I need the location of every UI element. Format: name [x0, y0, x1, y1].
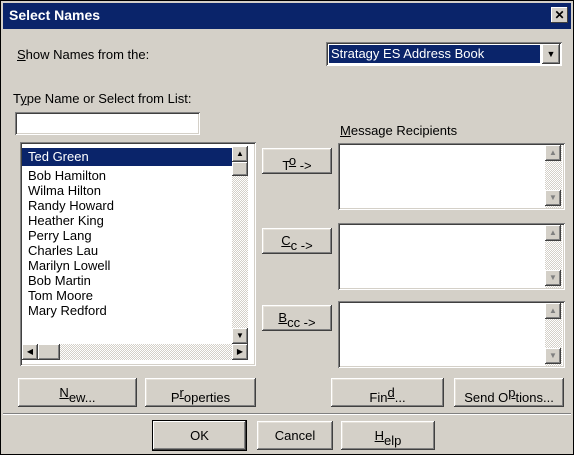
names-vscroll-thumb[interactable] — [232, 162, 248, 176]
find-button[interactable]: Find... — [331, 378, 444, 407]
names-list[interactable]: Ted Green Bob Hamilton Wilma Hilton Randy H… — [20, 142, 256, 366]
scroll-up-icon[interactable]: ▲ — [232, 146, 248, 162]
names-list-item[interactable]: Tom Moore — [28, 288, 93, 303]
type-name-input[interactable] — [15, 112, 200, 135]
names-list-item[interactable]: Wilma Hilton — [28, 183, 101, 198]
bcc-scroll-down-icon[interactable]: ▼ — [545, 348, 561, 364]
names-list-item[interactable]: Heather King — [28, 213, 104, 228]
address-book-selected: Stratagy ES Address Book — [329, 45, 540, 63]
names-list-item[interactable]: Ted Green — [22, 148, 234, 166]
names-list-item[interactable]: Perry Lang — [28, 228, 92, 243]
help-button[interactable]: Help — [341, 421, 435, 450]
scroll-down-icon[interactable]: ▼ — [232, 328, 248, 344]
names-list-item[interactable]: Marilyn Lowell — [28, 258, 110, 273]
new-button[interactable]: New... — [18, 378, 137, 407]
select-names-dialog: Select Names ✕ Show Names from the: Stra… — [0, 0, 574, 455]
to-scroll-down-icon[interactable]: ▼ — [545, 190, 561, 206]
names-list-item[interactable]: Bob Martin — [28, 273, 91, 288]
send-options-button[interactable]: Send Options... — [454, 378, 564, 407]
scroll-left-icon[interactable]: ◀ — [22, 344, 38, 360]
names-list-item[interactable]: Randy Howard — [28, 198, 114, 213]
cc-button[interactable]: Cc -> — [262, 228, 332, 254]
scroll-right-icon[interactable]: ▶ — [232, 344, 248, 360]
names-hscroll-thumb[interactable] — [38, 344, 60, 360]
chevron-down-icon[interactable]: ▼ — [542, 44, 560, 64]
to-recipients-box[interactable]: ▲ ▼ — [338, 143, 565, 210]
close-button[interactable]: ✕ — [551, 7, 568, 23]
properties-button[interactable]: Properties — [145, 378, 256, 407]
bcc-button[interactable]: Bcc -> — [262, 305, 332, 331]
cc-recipients-box[interactable]: ▲ ▼ — [338, 223, 565, 290]
cc-scroll-down-icon[interactable]: ▼ — [545, 270, 561, 286]
address-book-dropdown[interactable]: Stratagy ES Address Book ▼ — [326, 42, 562, 66]
names-list-item[interactable]: Mary Redford — [28, 303, 107, 318]
ok-button[interactable]: OK — [153, 421, 246, 450]
cancel-button[interactable]: Cancel — [257, 421, 333, 450]
type-name-label: Type Name or Select from List: — [13, 91, 192, 106]
bcc-scroll-up-icon[interactable]: ▲ — [545, 303, 561, 319]
names-list-item[interactable]: Charles Lau — [28, 243, 98, 258]
names-list-item[interactable]: Bob Hamilton — [28, 168, 106, 183]
cc-scroll-up-icon[interactable]: ▲ — [545, 225, 561, 241]
footer-divider — [3, 413, 571, 415]
close-icon: ✕ — [554, 8, 565, 22]
title-bar: Select Names ✕ — [3, 3, 571, 29]
bcc-recipients-box[interactable]: ▲ ▼ — [338, 301, 565, 368]
show-names-label: Show Names from the: — [17, 47, 150, 62]
window-title: Select Names — [9, 7, 101, 23]
to-button[interactable]: To -> — [262, 148, 332, 174]
to-scroll-up-icon[interactable]: ▲ — [545, 145, 561, 161]
message-recipients-label: Message Recipients — [340, 123, 458, 138]
